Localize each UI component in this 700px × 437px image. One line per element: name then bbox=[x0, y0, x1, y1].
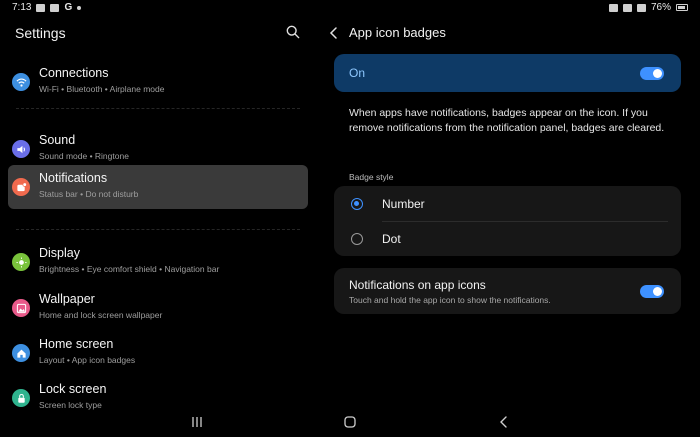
master-toggle-label: On bbox=[349, 66, 366, 80]
back-nav-button[interactable] bbox=[496, 415, 512, 429]
settings-item-subtitle: Sound mode • Ringtone bbox=[39, 151, 129, 161]
cloud-notification-icon bbox=[50, 3, 60, 12]
back-nav-icon bbox=[500, 416, 507, 428]
notification-icon bbox=[12, 178, 30, 196]
chevron-left-icon bbox=[329, 27, 337, 39]
battery-percent: 76% bbox=[650, 2, 671, 13]
link-icon bbox=[608, 3, 618, 12]
home-button[interactable] bbox=[342, 415, 358, 429]
gallery-notification-icon bbox=[36, 3, 46, 12]
settings-item-title: Notifications bbox=[39, 171, 108, 185]
google-notification-icon: G bbox=[64, 2, 73, 13]
lock-icon bbox=[12, 389, 30, 407]
settings-item-title: Home screen bbox=[39, 337, 114, 351]
settings-list-panel: Settings Connections Wi-Fi • Bluetooth •… bbox=[0, 16, 320, 410]
recent-apps-button[interactable] bbox=[189, 415, 205, 429]
settings-item-subtitle: Status bar • Do not disturb bbox=[39, 189, 139, 199]
settings-item-title: Sound bbox=[39, 133, 76, 147]
battery-icon bbox=[676, 4, 688, 11]
page-title: App icon badges bbox=[349, 25, 446, 40]
settings-item-title: Display bbox=[39, 246, 80, 260]
image-icon bbox=[12, 299, 30, 317]
badges-description: When apps have notifications, badges app… bbox=[349, 107, 665, 134]
settings-item-notifications[interactable]: Notifications Status bar • Do not distur… bbox=[8, 165, 308, 209]
settings-item-title: Connections bbox=[39, 66, 109, 80]
settings-item-connections[interactable]: Connections Wi-Fi • Bluetooth • Airplane… bbox=[8, 60, 308, 104]
sun-icon bbox=[12, 253, 30, 271]
navigation-bar bbox=[0, 407, 700, 437]
search-button[interactable] bbox=[286, 25, 302, 41]
notifications-on-app-icons-row[interactable]: Notifications on app icons Touch and hol… bbox=[334, 268, 681, 314]
settings-item-title: Wallpaper bbox=[39, 292, 95, 306]
divider bbox=[16, 229, 300, 230]
wifi-icon bbox=[12, 73, 30, 91]
settings-item-subtitle: Layout • App icon badges bbox=[39, 355, 136, 365]
mute-icon bbox=[622, 3, 632, 12]
radio-selected-icon[interactable] bbox=[351, 198, 363, 210]
toggle-knob bbox=[653, 287, 662, 296]
wifi-status-icon bbox=[636, 3, 646, 12]
status-time: 7:13 bbox=[12, 2, 32, 13]
back-button[interactable] bbox=[328, 26, 340, 40]
search-icon bbox=[286, 25, 300, 39]
badge-style-heading: Badge style bbox=[349, 172, 394, 182]
notifications-on-icons-subtitle: Touch and hold the app icon to show the … bbox=[349, 295, 551, 305]
radio-option-label: Number bbox=[382, 197, 425, 211]
divider bbox=[16, 108, 300, 109]
settings-item-title: Lock screen bbox=[39, 382, 107, 396]
home-nav-icon bbox=[344, 416, 356, 428]
settings-item-subtitle: Brightness • Eye comfort shield • Naviga… bbox=[39, 264, 220, 274]
settings-title: Settings bbox=[15, 25, 66, 41]
recents-icon bbox=[192, 417, 202, 427]
badge-style-option-dot[interactable]: Dot bbox=[334, 221, 681, 256]
notifications-on-icons-toggle[interactable] bbox=[640, 285, 664, 298]
status-bar: 7:13 G 76% bbox=[0, 0, 700, 16]
notifications-on-icons-title: Notifications on app icons bbox=[349, 278, 486, 292]
settings-item-wallpaper[interactable]: Wallpaper Home and lock screen wallpaper bbox=[8, 286, 308, 330]
radio-unselected-icon[interactable] bbox=[351, 233, 363, 245]
speaker-icon bbox=[12, 140, 30, 158]
master-toggle-card[interactable]: On bbox=[334, 54, 681, 92]
app-icon-badges-panel: App icon badges On When apps have notifi… bbox=[320, 16, 700, 406]
home-icon bbox=[12, 344, 30, 362]
settings-item-display[interactable]: Display Brightness • Eye comfort shield … bbox=[8, 240, 308, 284]
settings-item-subtitle: Home and lock screen wallpaper bbox=[39, 310, 163, 320]
toggle-knob bbox=[653, 69, 662, 78]
settings-item-home-screen[interactable]: Home screen Layout • App icon badges bbox=[8, 331, 308, 375]
master-toggle-switch[interactable] bbox=[640, 67, 664, 80]
radio-option-label: Dot bbox=[382, 232, 401, 246]
more-notifications-icon bbox=[77, 5, 82, 10]
settings-item-subtitle: Wi-Fi • Bluetooth • Airplane mode bbox=[39, 84, 165, 94]
badge-style-options: Number Dot bbox=[334, 186, 681, 256]
badge-style-option-number[interactable]: Number bbox=[334, 186, 681, 221]
